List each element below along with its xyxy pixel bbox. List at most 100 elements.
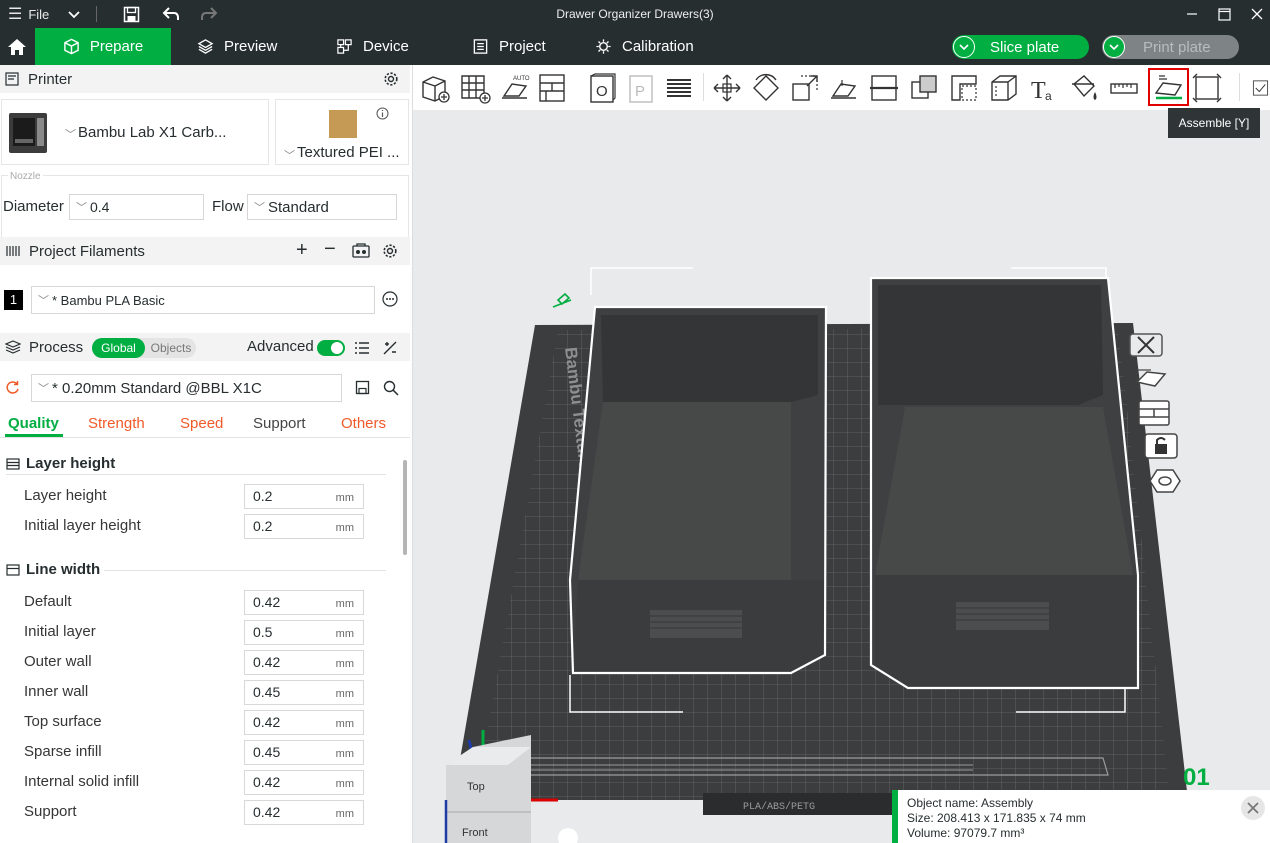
arrange-icon[interactable] <box>534 70 570 106</box>
param-input-internal-solid-infill[interactable]: 0.42 mm <box>244 770 364 795</box>
add-object-icon[interactable] <box>417 70 453 106</box>
gear-icon[interactable] <box>382 243 398 259</box>
assembly-view-icon[interactable] <box>1189 70 1225 106</box>
check-icon[interactable] <box>1251 70 1270 106</box>
variable-layer-height-icon[interactable] <box>661 70 697 106</box>
remove-filament-icon[interactable]: − <box>324 238 336 261</box>
lay-on-face-icon[interactable] <box>826 70 862 106</box>
param-input-outer-wall[interactable]: 0.42 mm <box>244 650 364 675</box>
lock-icon[interactable] <box>1143 432 1179 462</box>
param-unit: mm <box>335 778 354 790</box>
tab-preview[interactable]: Preview <box>197 28 297 65</box>
text-tool-icon[interactable]: Ta <box>1026 70 1062 106</box>
printer-selector[interactable]: ﹀ Bambu Lab X1 Carb... <box>1 99 269 165</box>
info-icon[interactable] <box>376 107 389 120</box>
file-menu[interactable]: ☰ File <box>4 0 52 28</box>
add-plate-icon[interactable] <box>457 70 493 106</box>
param-input-initial-layer[interactable]: 0.5 mm <box>244 620 364 645</box>
add-filament-icon[interactable]: + <box>296 239 308 262</box>
print-plate-button[interactable]: Print plate <box>1102 35 1239 59</box>
toggle-global[interactable]: Global <box>92 338 145 358</box>
filament-color-swatch[interactable]: 1 <box>4 290 23 310</box>
save-icon[interactable] <box>118 0 144 28</box>
scale-icon[interactable] <box>787 70 823 106</box>
color-painting-icon[interactable] <box>1066 70 1102 106</box>
toggle-objects[interactable]: Objects <box>146 338 196 358</box>
flow-select[interactable]: ﹀ Standard <box>247 194 397 220</box>
object-volume: Volume: 97079.7 mm³ <box>907 826 1025 840</box>
global-objects-toggle[interactable]: Global Objects <box>92 338 196 358</box>
refresh-icon[interactable] <box>5 380 20 395</box>
rotate-icon[interactable] <box>748 70 784 106</box>
delete-plate-icon[interactable] <box>1128 331 1164 361</box>
param-label-sparse-infill: Sparse infill <box>24 743 102 760</box>
list-icon[interactable] <box>354 341 370 355</box>
param-input-top-surface[interactable]: 0.42 mm <box>244 710 364 735</box>
filament-select[interactable]: ﹀ * Bambu PLA Basic <box>31 286 375 314</box>
chevron-down-icon: ﹀ <box>38 383 49 395</box>
param-input-default[interactable]: 0.42 mm <box>244 590 364 615</box>
plate-selector[interactable]: ﹀ Textured PEI ... <box>275 99 409 165</box>
param-input-support[interactable]: 0.42 mm <box>244 800 364 825</box>
minimize-icon[interactable] <box>1178 0 1206 28</box>
param-value: 0.42 <box>253 804 281 820</box>
support-painting-icon[interactable] <box>946 70 982 106</box>
process-preset-select[interactable]: ﹀ * 0.20mm Standard @BBL X1C <box>31 374 342 402</box>
tab-device[interactable]: Device <box>336 28 436 65</box>
advanced-toggle[interactable] <box>317 340 345 356</box>
flow-label: Flow <box>212 198 244 215</box>
param-input-inner-wall[interactable]: 0.45 mm <box>244 680 364 705</box>
tab-prepare[interactable]: Prepare <box>35 28 171 65</box>
subtab-support[interactable]: Support <box>253 415 306 432</box>
seam-painting-icon[interactable] <box>986 70 1022 106</box>
save-icon[interactable] <box>355 380 370 395</box>
compare-icon[interactable] <box>382 340 398 356</box>
more-options-icon[interactable] <box>382 291 398 307</box>
undo-icon[interactable] <box>158 0 184 28</box>
camera-icon[interactable] <box>558 828 578 843</box>
auto-orient-icon[interactable] <box>1133 364 1169 394</box>
move-icon[interactable] <box>709 70 745 106</box>
divider <box>1239 73 1240 101</box>
slice-plate-button[interactable]: Slice plate <box>952 35 1089 59</box>
maximize-icon[interactable] <box>1210 0 1238 28</box>
3d-viewport[interactable]: Bambu Textured PEI Plate PLA/ABS/PETG 01 <box>413 110 1270 843</box>
subtab-quality[interactable]: Quality <box>8 415 59 432</box>
advanced-label: Advanced <box>247 338 314 355</box>
close-info-button[interactable] <box>1241 796 1265 820</box>
assemble-button[interactable] <box>1148 68 1189 106</box>
diameter-value: 0.4 <box>90 199 110 215</box>
chevron-down-icon[interactable] <box>953 36 975 58</box>
tab-prepare-label: Prepare <box>89 38 144 55</box>
subtab-strength[interactable]: Strength <box>88 415 145 432</box>
param-input-sparse-infill[interactable]: 0.45 mm <box>244 740 364 765</box>
redo-icon[interactable] <box>196 0 222 28</box>
sync-filament-icon[interactable] <box>352 243 370 259</box>
plate-settings-icon[interactable] <box>1147 467 1183 497</box>
home-button[interactable] <box>0 28 34 65</box>
tab-project[interactable]: Project <box>472 28 572 65</box>
cut-icon[interactable] <box>866 70 902 106</box>
boolean-icon[interactable] <box>906 70 942 106</box>
arrange-icon[interactable] <box>1136 399 1172 429</box>
chevron-down-icon[interactable] <box>1103 36 1125 58</box>
edit-plate-icon[interactable] <box>552 292 572 308</box>
gear-icon[interactable] <box>383 71 399 87</box>
param-input-initial-layer-height[interactable]: 0.2 mm <box>244 514 364 539</box>
subtab-others[interactable]: Others <box>341 415 386 432</box>
close-icon[interactable] <box>1243 0 1270 28</box>
param-input-layer-height[interactable]: 0.2 mm <box>244 484 364 509</box>
chevron-down-icon[interactable] <box>62 0 86 28</box>
tab-calibration[interactable]: Calibration <box>595 28 715 65</box>
svg-text:O: O <box>596 83 608 100</box>
split-to-objects-icon[interactable]: O <box>583 70 619 106</box>
split-to-parts-icon[interactable]: P <box>622 70 658 106</box>
measure-icon[interactable] <box>1106 70 1142 106</box>
subtab-speed[interactable]: Speed <box>180 415 223 432</box>
diameter-select[interactable]: ﹀ 0.4 <box>69 194 204 220</box>
auto-orient-icon[interactable]: AUTO <box>497 70 533 106</box>
view-cube[interactable]: Top Front <box>444 735 531 843</box>
search-icon[interactable] <box>383 380 399 396</box>
chevron-down-icon: ﹀ <box>38 295 49 307</box>
scrollbar[interactable] <box>403 460 407 555</box>
